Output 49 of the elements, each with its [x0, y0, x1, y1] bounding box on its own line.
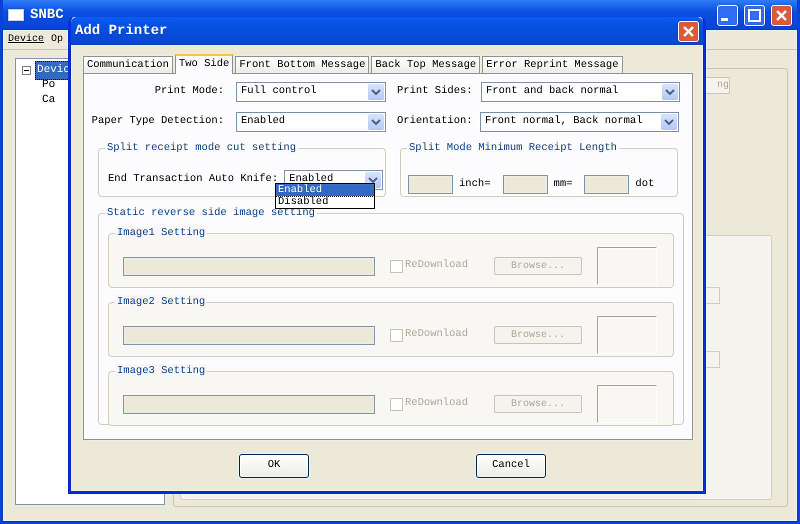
- dropdown[interactable]: Full control: [236, 82, 386, 102]
- image-preview: [597, 385, 657, 423]
- checkbox-label: ReDownload: [405, 327, 470, 342]
- unit-label: dot: [635, 176, 654, 192]
- dialog-title: Add Printer: [75, 22, 168, 40]
- group-title: Split receipt mode cut setting: [105, 141, 298, 155]
- tree-item[interactable]: Po: [42, 77, 56, 94]
- checkbox-label: ReDownload: [405, 258, 470, 274]
- unit-label: mm=: [554, 176, 572, 192]
- unit-label: inch=: [459, 176, 491, 192]
- app-icon: [8, 9, 24, 21]
- field-label: Print Mode:: [154, 84, 224, 100]
- image-preview: [597, 316, 657, 354]
- close-button[interactable]: [771, 4, 792, 26]
- group-title: Image2 Setting: [115, 295, 208, 309]
- maximize-button[interactable]: [744, 4, 765, 26]
- tab[interactable]: Front Bottom Message: [235, 56, 370, 73]
- dropdown-option[interactable]: Enabled: [276, 184, 374, 196]
- group-title: Static reverse side image setting: [105, 206, 317, 220]
- dropdown[interactable]: Enabled: [236, 112, 386, 132]
- dropdown[interactable]: Front normal, Back normal: [480, 112, 679, 132]
- field-label: Paper Type Detection:: [90, 114, 224, 130]
- field-label: Orientation:: [397, 114, 474, 130]
- collapse-icon[interactable]: [22, 66, 31, 75]
- close-button[interactable]: [678, 20, 699, 42]
- tab[interactable]: Error Reprint Message: [482, 56, 623, 73]
- menu-item[interactable]: Op: [51, 32, 64, 47]
- window-title: SNBC: [30, 6, 64, 24]
- field-label: End Transaction Auto Knife:: [108, 172, 278, 188]
- minimize-icon: [721, 18, 728, 21]
- tab[interactable]: Two Side: [174, 54, 234, 74]
- dropdown[interactable]: Front and back normal: [481, 82, 680, 102]
- group-title: Split Mode Minimum Receipt Length: [407, 141, 619, 155]
- image-preview: [597, 247, 657, 285]
- menu-item[interactable]: Device: [8, 32, 44, 47]
- ok-button[interactable]: OK: [239, 454, 309, 478]
- text-field[interactable]: [408, 175, 453, 194]
- dropdown-option[interactable]: Disabled: [276, 196, 374, 208]
- tab[interactable]: Back Top Message: [371, 56, 480, 73]
- minimize-button[interactable]: [717, 4, 738, 26]
- text-field[interactable]: [584, 175, 630, 194]
- group-title: Image3 Setting: [115, 364, 208, 378]
- group-title: Image1 Setting: [115, 226, 208, 240]
- text-field[interactable]: [502, 175, 548, 194]
- checkbox-label: ReDownload: [405, 396, 470, 412]
- tab[interactable]: Communication: [83, 56, 173, 73]
- field-label: Print Sides:: [397, 84, 474, 100]
- tree-item[interactable]: Ca: [42, 92, 56, 109]
- cancel-button[interactable]: Cancel: [476, 454, 546, 478]
